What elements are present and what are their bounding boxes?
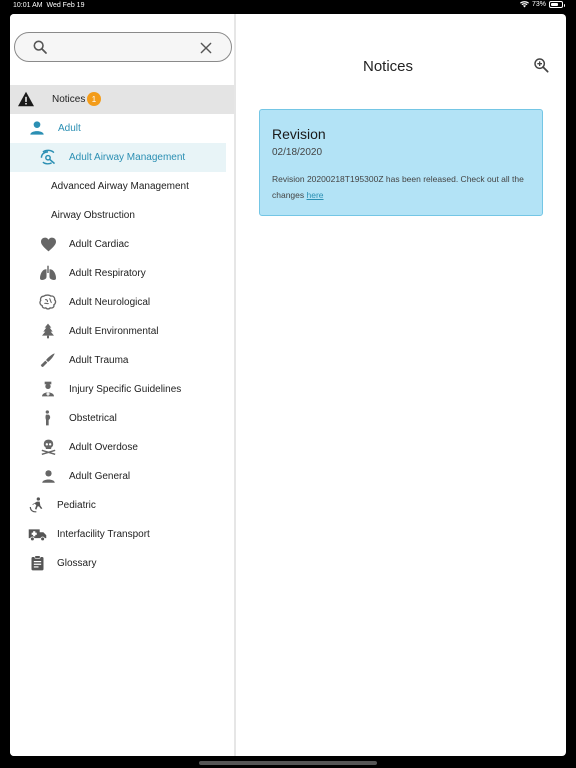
sidebar-item-adult-trauma[interactable]: Adult Trauma <box>10 346 234 375</box>
main-content: Notices Revision 02/18/2020 Revision 202… <box>238 14 566 756</box>
status-time-text: 10:01 AM <box>13 2 43 9</box>
child-icon <box>27 495 47 515</box>
sidebar-item-label: Adult Neurological <box>69 297 151 308</box>
sidebar-item-injury-specific-guidelines[interactable]: Injury Specific Guidelines <box>10 375 234 404</box>
sidebar-item-label: Interfacility Transport <box>57 529 150 540</box>
sidebar-item-label: Airway Obstruction <box>51 210 135 221</box>
wifi-icon <box>519 1 529 8</box>
sidebar-item-adult-neurological[interactable]: Adult Neurological <box>10 288 234 317</box>
sidebar-item-label: Adult Environmental <box>69 326 159 337</box>
sidebar-item-adult[interactable]: Adult <box>10 114 234 143</box>
sidebar-item-label: Injury Specific Guidelines <box>69 384 182 395</box>
sidebar-item-interfacility-transport[interactable]: Interfacility Transport <box>10 520 234 549</box>
sidebar-item-adult-environmental[interactable]: Adult Environmental <box>10 317 234 346</box>
battery-percent: 73% <box>531 1 546 8</box>
sidebar-item-label: Obstetrical <box>69 413 117 424</box>
notice-date: 02/18/2020 <box>272 147 323 158</box>
clipboard-icon <box>27 553 47 573</box>
airway-icon <box>38 147 58 167</box>
sidebar-item-pediatric[interactable]: Pediatric <box>10 491 234 520</box>
tree-icon <box>38 321 58 341</box>
sidebar-item-obstetrical[interactable]: Obstetrical <box>10 404 234 433</box>
pregnant-icon <box>38 408 58 428</box>
zoom-in-icon[interactable] <box>533 57 549 73</box>
notice-card[interactable]: Revision 02/18/2020 Revision 20200218T19… <box>259 109 543 216</box>
sidebar-item-glossary[interactable]: Glossary <box>10 549 234 578</box>
lungs-icon <box>38 263 58 283</box>
sidebar-item-adult-cardiac[interactable]: Adult Cardiac <box>10 230 234 259</box>
person-icon <box>38 466 58 486</box>
notice-body: Revision 20200218T195300Z has been relea… <box>272 171 536 203</box>
sidebar-item-label: Advanced Airway Management <box>51 181 189 192</box>
sidebar-item-adult-respiratory[interactable]: Adult Respiratory <box>10 259 234 288</box>
notice-link[interactable]: here <box>307 190 324 200</box>
sidebar-item-label: Adult Trauma <box>69 355 129 366</box>
status-right: 73% <box>519 1 565 8</box>
sidebar-item-notices[interactable]: Notices 1 <box>10 85 234 114</box>
brain-icon <box>38 292 58 312</box>
page-title: Notices <box>362 58 414 75</box>
search-icon <box>33 40 47 54</box>
heart-icon <box>38 234 58 254</box>
search-bar[interactable] <box>14 32 232 62</box>
ambulance-icon <box>27 524 47 544</box>
sidebar-item-airway-obstruction[interactable]: Airway Obstruction <box>10 201 234 230</box>
knife-icon <box>38 350 58 370</box>
sidebar-item-label: Adult General <box>69 471 131 482</box>
sidebar-item-label: Pediatric <box>57 500 96 511</box>
sidebar-item-adult-general[interactable]: Adult General <box>10 462 234 491</box>
sidebar-item-label: Notices <box>52 94 86 105</box>
close-icon[interactable] <box>199 41 213 55</box>
notification-badge: 1 <box>87 92 101 106</box>
person-icon <box>27 118 47 138</box>
notice-title: Revision <box>272 126 326 142</box>
sidebar: Notices 1 Adult Adult Airway Management … <box>10 14 236 756</box>
sidebar-nav: Notices 1 Adult Adult Airway Management … <box>10 85 234 578</box>
warning-icon <box>16 89 36 109</box>
status-date-text: Wed Feb 19 <box>46 2 85 9</box>
status-time: 10:01 AM Wed Feb 19 <box>13 2 84 9</box>
sidebar-item-adult-overdose[interactable]: Adult Overdose <box>10 433 234 462</box>
battery-fill <box>551 3 559 6</box>
sidebar-item-adult-airway-management[interactable]: Adult Airway Management <box>10 143 226 172</box>
sidebar-item-label: Adult Airway Management <box>69 152 186 163</box>
medic-icon <box>38 379 58 399</box>
battery-icon <box>549 1 565 8</box>
search-input[interactable] <box>57 39 197 57</box>
sidebar-item-label: Adult Cardiac <box>69 239 130 250</box>
home-indicator[interactable] <box>199 761 377 765</box>
sidebar-item-label: Adult <box>58 123 81 134</box>
status-bar: 10:01 AM Wed Feb 19 73% <box>0 0 576 13</box>
skull-icon <box>38 437 58 457</box>
sidebar-item-label: Glossary <box>57 558 97 569</box>
sidebar-item-advanced-airway-management[interactable]: Advanced Airway Management <box>10 172 234 201</box>
sidebar-item-label: Adult Overdose <box>69 442 138 453</box>
sidebar-item-label: Adult Respiratory <box>69 268 146 279</box>
app-window: Notices 1 Adult Adult Airway Management … <box>10 14 566 756</box>
